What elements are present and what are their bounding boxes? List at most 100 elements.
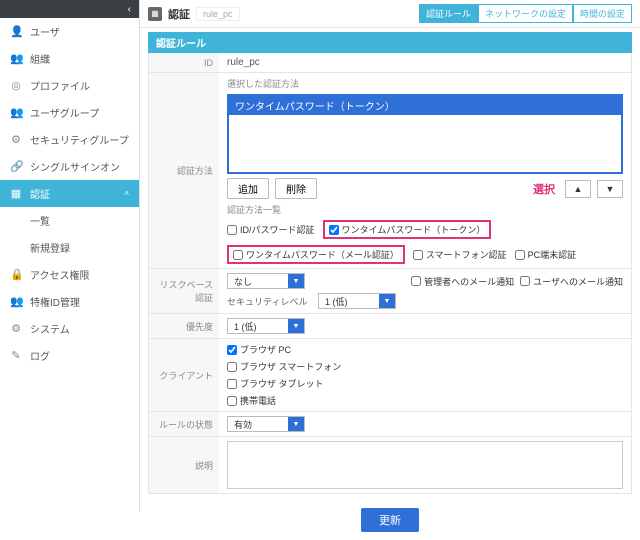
selected-methods-list[interactable]: ワンタイムパスワード（トークン） — [227, 94, 623, 174]
tab-network[interactable]: ネットワークの設定 — [478, 4, 573, 23]
checkbox-notify-user[interactable] — [520, 276, 530, 286]
label-desc: 説明 — [149, 437, 219, 493]
checkbox-client-pc[interactable] — [227, 345, 237, 355]
sidebar-item-label: ユーザグループ — [30, 105, 99, 120]
sidebar-item-label: アクセス権限 — [30, 267, 90, 282]
sidebar-item-label: 認証 — [30, 186, 50, 201]
checkbox-pcterm[interactable] — [515, 250, 525, 260]
chk-notify-admin[interactable]: 管理者へのメール通知 — [411, 275, 514, 288]
label-id: ID — [149, 53, 219, 72]
row-riskbase: リスクベース認証 なし▼ 管理者へのメール通知 ユーザへのメール通知 セキュリテ… — [149, 269, 631, 314]
sidebar-item-profile[interactable]: ◎ プロファイル — [0, 72, 139, 99]
sidebar-sub-label: 新規登録 — [30, 240, 70, 255]
sidebar-sub-label: 一覧 — [30, 213, 50, 228]
select-priority[interactable]: 1 (低)▼ — [227, 318, 305, 334]
auth-icon: ▦ — [148, 7, 162, 21]
chevron-left-icon: ‹ — [128, 4, 131, 15]
sidebar-item-label: セキュリティグループ — [30, 132, 129, 147]
sidebar-item-system[interactable]: ⚙ システム — [0, 315, 139, 342]
profile-icon: ◎ — [10, 79, 22, 92]
row-auth-method: 認証方法 選択した認証方法 ワンタイムパスワード（トークン） 追加 削除 選択 … — [149, 73, 631, 269]
sidebar-item-label: ユーザ — [30, 24, 60, 39]
sidebar-item-user[interactable]: 👤 ユーザ — [0, 18, 139, 45]
add-button[interactable]: 追加 — [227, 178, 269, 199]
sidebar-collapse[interactable]: ‹ — [0, 0, 139, 18]
opt-otp-token-highlight: ワンタイムパスワード（トークン） — [323, 220, 492, 239]
checkbox-client-tab[interactable] — [227, 379, 237, 389]
checkbox-notify-admin[interactable] — [411, 276, 421, 286]
chevron-down-icon: ▼ — [288, 274, 304, 288]
label-priority: 優先度 — [149, 314, 219, 338]
org-icon: 👥 — [10, 52, 22, 65]
usergroup-icon: 👥 — [10, 106, 22, 119]
log-icon: ✎ — [10, 349, 22, 362]
sidebar-item-label: プロファイル — [30, 78, 90, 93]
gear-icon: ⚙ — [10, 133, 22, 146]
checkbox-otp-mail[interactable] — [233, 250, 243, 260]
select-seclevel[interactable]: 1 (低)▼ — [318, 293, 396, 309]
row-client: クライアント ブラウザ PC ブラウザ スマートフォン ブラウザ タブレット 携… — [149, 339, 631, 412]
label-method-list: 認証方法一覧 — [227, 203, 623, 216]
checkbox-otp-token[interactable] — [329, 225, 339, 235]
chk-notify-user[interactable]: ユーザへのメール通知 — [520, 275, 623, 288]
move-down-button[interactable]: ▼ — [597, 180, 623, 198]
chevron-up-icon: ˄ — [124, 189, 129, 198]
sidebar-item-label: シングルサインオン — [30, 159, 120, 174]
move-up-button[interactable]: ▲ — [565, 180, 591, 198]
sidebar-item-secgroup[interactable]: ⚙ セキュリティグループ — [0, 126, 139, 153]
selected-method-item[interactable]: ワンタイムパスワード（トークン） — [229, 96, 621, 115]
sidebar-item-label: ログ — [30, 348, 50, 363]
sidebar-item-label: 組織 — [30, 51, 50, 66]
sidebar-item-auth[interactable]: ▦ 認証 ˄ — [0, 180, 139, 207]
panel-title: 認証ルール — [148, 32, 632, 53]
chevron-down-icon: ▼ — [288, 319, 304, 333]
main: ▦ 認証 rule_pc 認証ルール ネットワークの設定 時間の設定 認証ルール… — [140, 0, 640, 512]
highlight-label: 選択 — [533, 181, 555, 197]
chevron-down-icon: ▼ — [379, 294, 395, 308]
chk-client-pc[interactable]: ブラウザ PC — [227, 343, 623, 356]
sidebar-item-log[interactable]: ✎ ログ — [0, 342, 139, 369]
link-icon: 🔗 — [10, 160, 22, 173]
opt-idpw[interactable]: ID/パスワード認証 — [227, 223, 315, 236]
value-id: rule_pc — [227, 57, 623, 68]
select-riskbase[interactable]: なし▼ — [227, 273, 305, 289]
sidebar: ‹ 👤ユーザ 👥組織 ◎プロファイル 👥ユーザグループ ⚙セキュリティグループ … — [0, 0, 140, 512]
row-desc: 説明 — [149, 437, 631, 493]
update-bar: 更新 — [140, 502, 640, 540]
sidebar-item-sso[interactable]: 🔗 シングルサインオン — [0, 153, 139, 180]
user-icon: 👤 — [10, 25, 22, 38]
tabs: 認証ルール ネットワークの設定 時間の設定 — [419, 4, 632, 23]
delete-button[interactable]: 削除 — [275, 178, 317, 199]
tab-auth-rule[interactable]: 認証ルール — [419, 4, 478, 23]
label-selected-method: 選択した認証方法 — [227, 77, 623, 90]
label-client: クライアント — [149, 339, 219, 411]
auth-icon: ▦ — [10, 187, 22, 200]
sidebar-item-label: 特権ID管理 — [30, 294, 80, 309]
opt-otp-token[interactable]: ワンタイムパスワード（トークン） — [329, 223, 486, 236]
chk-client-tab[interactable]: ブラウザ タブレット — [227, 377, 623, 390]
sidebar-item-usergroup[interactable]: 👥 ユーザグループ — [0, 99, 139, 126]
select-state[interactable]: 有効▼ — [227, 416, 305, 432]
sidebar-item-org[interactable]: 👥 組織 — [0, 45, 139, 72]
opt-pcterm[interactable]: PC端末認証 — [515, 248, 577, 261]
chk-client-sp[interactable]: ブラウザ スマートフォン — [227, 360, 623, 373]
opt-otp-mail[interactable]: ワンタイムパスワード（メール認証） — [233, 248, 399, 261]
sidebar-item-access[interactable]: 🔒アクセス権限 — [0, 261, 139, 288]
checkbox-client-mob[interactable] — [227, 396, 237, 406]
tab-time[interactable]: 時間の設定 — [573, 4, 632, 23]
opt-smartphone[interactable]: スマートフォン認証 — [413, 248, 507, 261]
sidebar-sub-list[interactable]: 一覧 — [0, 207, 139, 234]
chk-client-mob[interactable]: 携帯電話 — [227, 394, 623, 407]
sidebar-sub-new[interactable]: 新規登録 — [0, 234, 139, 261]
row-priority: 優先度 1 (低)▼ — [149, 314, 631, 339]
gear-icon: ⚙ — [10, 322, 22, 335]
sidebar-item-label: システム — [30, 321, 70, 336]
checkbox-client-sp[interactable] — [227, 362, 237, 372]
checkbox-idpw[interactable] — [227, 225, 237, 235]
row-id: ID rule_pc — [149, 53, 631, 73]
opt-otp-mail-highlight: ワンタイムパスワード（メール認証） — [227, 245, 405, 264]
checkbox-smartphone[interactable] — [413, 250, 423, 260]
form: ID rule_pc 認証方法 選択した認証方法 ワンタイムパスワード（トークン… — [148, 53, 632, 494]
textarea-desc[interactable] — [227, 441, 623, 489]
sidebar-item-privid[interactable]: 👥特権ID管理 — [0, 288, 139, 315]
